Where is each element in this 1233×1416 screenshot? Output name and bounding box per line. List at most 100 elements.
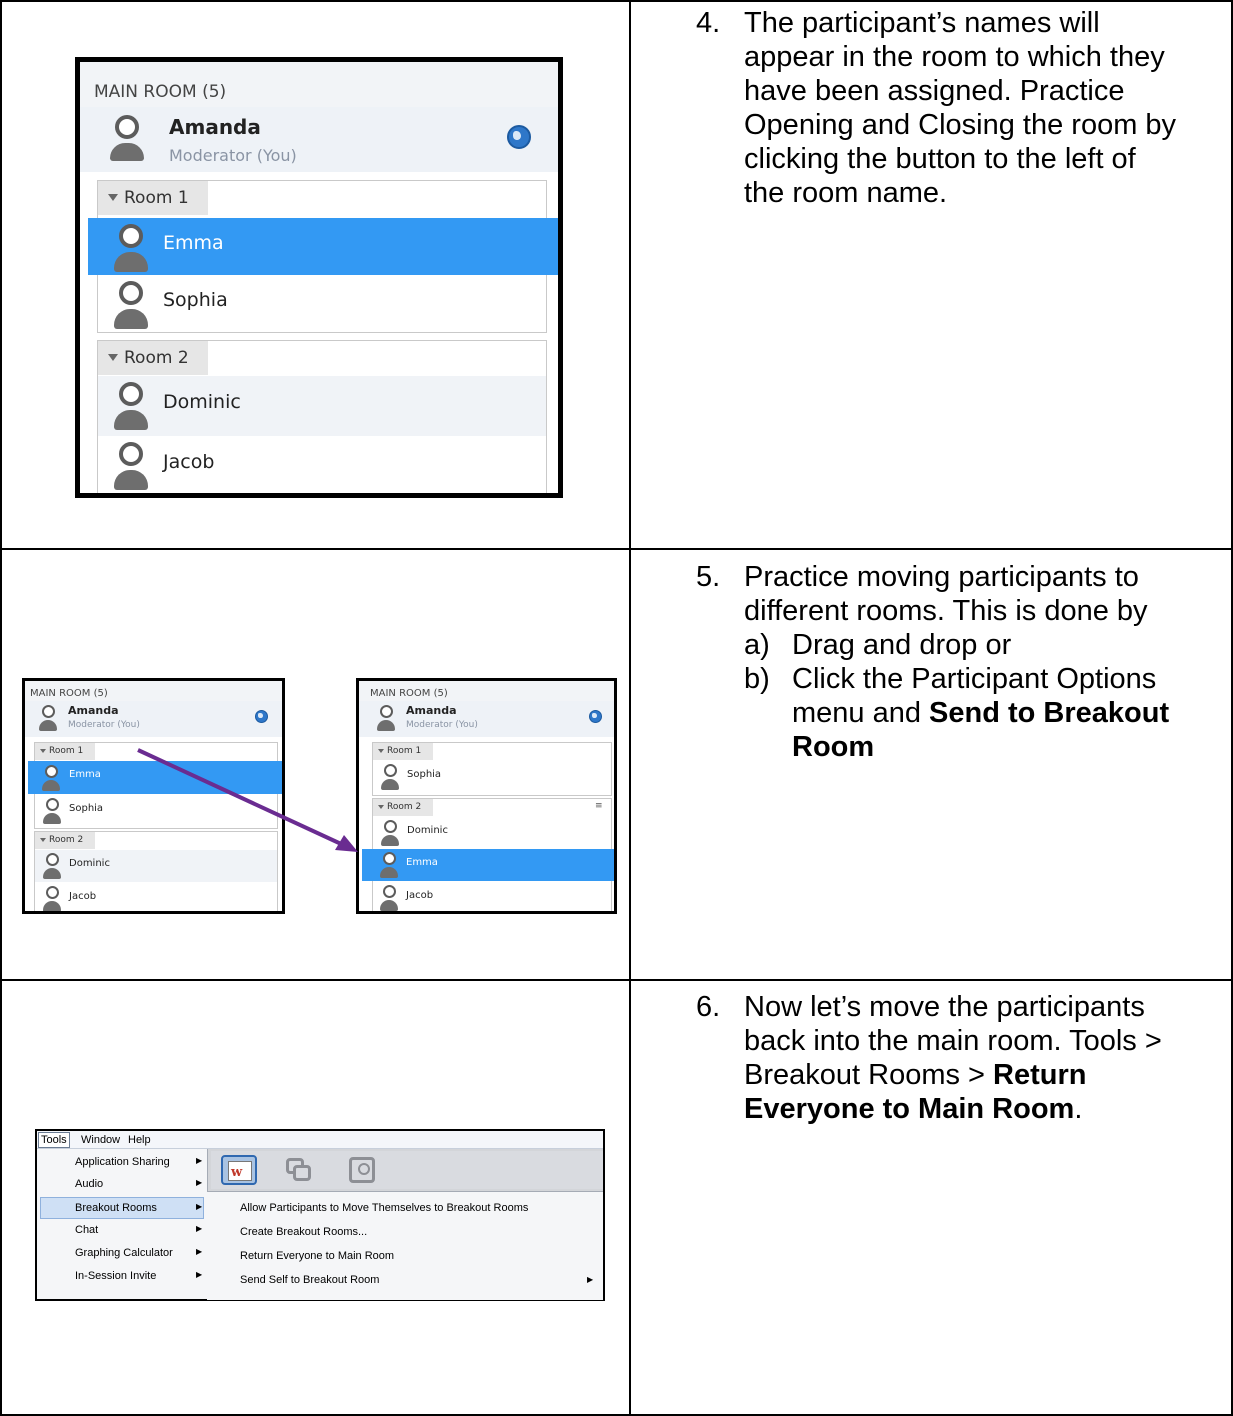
menu-item-chat[interactable]: Chat ▶ — [40, 1220, 204, 1241]
main-room-header: MAIN ROOM (5) — [80, 62, 558, 107]
user-avatar-icon — [114, 442, 148, 490]
step-5-text: 5. Practice moving participants to diffe… — [696, 560, 1226, 810]
room-2-header[interactable]: Room 2 — [373, 799, 433, 816]
user-avatar-icon — [381, 764, 399, 790]
step-4-line: appear in the room to which they — [744, 41, 1165, 73]
step-6-number: 6. — [696, 991, 721, 1023]
moderator-row[interactable]: Amanda Moderator (You) — [80, 107, 558, 172]
user-avatar-icon — [380, 852, 398, 878]
globe-icon[interactable] — [255, 710, 268, 723]
room-2-group: Room 2 Dominic Jacob — [97, 340, 547, 493]
moderator-row[interactable]: Amanda Moderator (You) — [25, 701, 282, 737]
table-column-divider — [629, 0, 631, 1416]
user-avatar-icon — [42, 765, 60, 791]
globe-icon[interactable] — [589, 710, 602, 723]
menubar: Tools Window Help — [37, 1131, 603, 1149]
participant-row[interactable]: Sophia — [373, 761, 611, 793]
menu-item-allow-participants-move[interactable]: Allow Participants to Move Themselves to… — [207, 1198, 603, 1220]
whiteboard-icon[interactable]: w — [221, 1155, 257, 1185]
participant-row[interactable]: Jacob — [35, 883, 277, 911]
room-2-header[interactable]: Room 2 — [35, 832, 95, 849]
tools-dropdown: Application Sharing ▶ Audio ▶ Breakout R… — [37, 1149, 208, 1299]
participant-row[interactable]: Jacob — [98, 437, 546, 493]
submenu-arrow-icon: ▶ — [587, 1275, 594, 1284]
submenu-arrow-icon: ▶ — [196, 1247, 203, 1256]
room-1-header[interactable]: Room 1 — [98, 181, 208, 215]
submenu-arrow-icon: ▶ — [196, 1270, 203, 1279]
room-1-header[interactable]: Room 1 — [35, 743, 95, 760]
participant-row[interactable]: Dominic — [98, 376, 546, 436]
user-avatar-icon — [381, 820, 399, 846]
menu-tools[interactable]: Tools — [38, 1132, 70, 1148]
user-avatar-icon — [39, 705, 57, 731]
participants-panel-large: MAIN ROOM (5) Amanda Moderator (You) Roo… — [75, 57, 563, 498]
user-avatar-icon — [43, 886, 61, 911]
breakout-submenu: Allow Participants to Move Themselves to… — [207, 1191, 603, 1300]
participant-row-selected[interactable]: Emma — [88, 218, 558, 275]
table-border-left — [0, 0, 2, 1416]
menu-item-audio[interactable]: Audio ▶ — [40, 1174, 204, 1195]
user-avatar-icon — [114, 281, 148, 329]
collapse-triangle-icon[interactable] — [40, 749, 46, 753]
drag-arrow — [137, 748, 358, 852]
collapse-triangle-icon[interactable] — [40, 838, 46, 842]
user-avatar-icon — [110, 115, 144, 161]
menu-window[interactable]: Window — [81, 1133, 120, 1147]
user-avatar-icon — [380, 885, 398, 911]
menu-item-application-sharing[interactable]: Application Sharing ▶ — [40, 1152, 204, 1173]
list-options-icon[interactable]: ≡ — [595, 801, 607, 811]
collapse-triangle-icon[interactable] — [108, 194, 118, 201]
participant-row[interactable]: Jacob — [373, 882, 609, 911]
table-border-top — [0, 0, 1233, 2]
user-avatar-icon — [114, 382, 148, 430]
submenu-arrow-icon: ▶ — [196, 1156, 203, 1165]
step-5-line: Practice moving participants to — [744, 561, 1139, 593]
step-5-number: 5. — [696, 561, 721, 593]
collapse-triangle-icon[interactable] — [378, 805, 384, 809]
menu-item-send-self[interactable]: Send Self to Breakout Room ▶ — [207, 1270, 603, 1292]
web-tour-icon[interactable] — [349, 1157, 375, 1183]
collapse-triangle-icon[interactable] — [378, 749, 384, 753]
participant-row[interactable]: Dominic — [373, 817, 611, 849]
menu-item-in-session-invite[interactable]: In-Session Invite ▶ — [40, 1266, 204, 1287]
step-4-text: 4. The participant’s names will appear i… — [696, 6, 1226, 236]
user-avatar-icon — [114, 224, 148, 272]
step-4-number: 4. — [696, 7, 721, 39]
step-5-option-a: a) Drag and drop or — [744, 629, 1012, 661]
globe-icon[interactable] — [507, 125, 531, 149]
collapse-triangle-icon[interactable] — [108, 354, 118, 361]
step-4-line: have been assigned. Practice — [744, 75, 1125, 107]
step-6-text: 6. Now let’s move the participants back … — [696, 991, 1162, 1125]
participants-panel-after: MAIN ROOM (5) Amanda Moderator (You) Roo… — [356, 678, 617, 914]
submenu-arrow-icon: ▶ — [196, 1202, 203, 1211]
table-row-divider-2 — [0, 979, 1233, 981]
step-5-line: different rooms. This is done by — [744, 595, 1148, 627]
main-room-header: MAIN ROOM (5) — [25, 681, 282, 701]
toolbar: w — [211, 1151, 603, 1189]
step-4-line: the room name. — [744, 177, 948, 209]
step-4-line: The participant’s names will — [744, 7, 1100, 39]
menu-item-create-breakout-rooms[interactable]: Create Breakout Rooms... — [207, 1222, 603, 1244]
room-1-group: Room 1 Sophia — [372, 742, 612, 796]
step-5-option-b: b) Click the Participant Options menu an… — [744, 663, 1170, 763]
submenu-arrow-icon: ▶ — [196, 1224, 203, 1233]
menu-help[interactable]: Help — [128, 1133, 151, 1147]
step-4-line: Opening and Closing the room by — [744, 109, 1177, 141]
submenu-arrow-icon: ▶ — [196, 1178, 203, 1187]
room-2-header[interactable]: Room 2 — [98, 341, 208, 375]
participant-row[interactable]: Sophia — [98, 276, 544, 330]
user-avatar-icon — [43, 853, 61, 879]
tools-menu-screenshot: Tools Window Help w Application Sharing … — [35, 1129, 605, 1301]
moderator-row[interactable]: Amanda Moderator (You) — [359, 701, 614, 737]
application-share-icon[interactable] — [286, 1158, 312, 1182]
menu-item-graphing-calculator[interactable]: Graphing Calculator ▶ — [40, 1243, 204, 1264]
participant-row-selected[interactable]: Emma — [362, 849, 614, 881]
room-1-header[interactable]: Room 1 — [373, 743, 433, 760]
user-avatar-icon — [43, 798, 61, 824]
table-row-divider-1 — [0, 548, 1233, 550]
step-4-line: clicking the button to the left of — [744, 143, 1136, 175]
main-room-header: MAIN ROOM (5) — [359, 681, 614, 701]
menu-item-return-everyone[interactable]: Return Everyone to Main Room — [207, 1246, 603, 1268]
user-avatar-icon — [377, 705, 395, 731]
menu-item-breakout-rooms[interactable]: Breakout Rooms ▶ — [40, 1197, 204, 1219]
